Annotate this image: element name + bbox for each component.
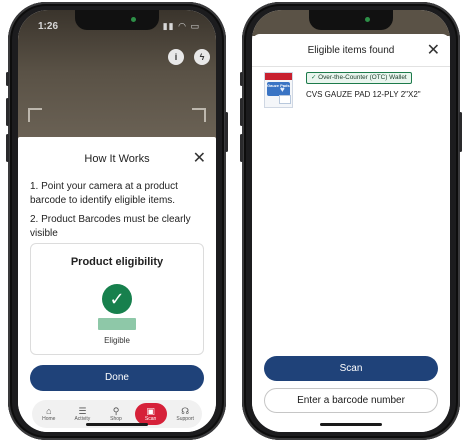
scan-button[interactable]: Scan <box>264 356 438 381</box>
checkmark-icon: ✓ <box>102 284 132 314</box>
tab-support[interactable]: ☊ Support <box>170 406 200 422</box>
product-image: Gauze Pads ♥ <box>264 72 293 108</box>
tab-label: Shop <box>110 416 122 422</box>
tab-shop[interactable]: ⚲ Shop <box>101 406 131 422</box>
camera-indicator <box>131 17 136 22</box>
scan-icon: ▣ <box>146 406 155 416</box>
power-button <box>459 112 462 152</box>
close-icon[interactable]: ✕ <box>427 43 440 59</box>
status-time: 1:26 <box>38 21 59 32</box>
info-icon[interactable]: i <box>168 49 184 65</box>
tab-label: Scan <box>144 416 157 422</box>
mute-switch <box>240 72 243 86</box>
product-name[interactable]: CVS GAUZE PAD 12-PLY 2"X2" <box>306 90 421 99</box>
notch <box>309 10 393 30</box>
phone-right: Eligible items found ✕ Gauze Pads ♥ ✓ Ov… <box>240 2 462 440</box>
tab-label: Activity <box>74 416 91 422</box>
shop-icon: ⚲ <box>112 406 120 416</box>
brand-stripe <box>265 73 292 80</box>
wifi-icon: ◠ <box>178 21 187 31</box>
enter-barcode-button[interactable]: Enter a barcode number <box>264 388 438 413</box>
instruction-1: 1. Point your camera at a product barcod… <box>30 181 178 206</box>
heart-icon: ♥ <box>280 85 285 94</box>
home-indicator[interactable] <box>320 423 382 426</box>
volume-up-button <box>6 98 9 126</box>
header-divider <box>252 66 450 67</box>
tab-home[interactable]: ⌂ Home <box>34 406 64 422</box>
product-eligibility-card: Product eligibility ✓ Eligible <box>30 243 204 355</box>
eligible-label: Eligible <box>104 336 130 345</box>
status-icons: ▮▮ ◠ ▭ <box>163 21 200 32</box>
battery-icon: ▭ <box>190 21 200 31</box>
volume-down-button <box>240 134 243 162</box>
instruction-2: 2. Product Barcodes must be clearly visi… <box>30 214 191 239</box>
volume-up-button <box>240 98 243 126</box>
tab-label: Support <box>176 416 194 422</box>
flash-off-icon[interactable]: ϟ <box>194 49 210 65</box>
home-indicator[interactable] <box>86 423 148 426</box>
tab-label: Home <box>42 416 56 422</box>
power-button <box>225 112 228 152</box>
camera-indicator <box>365 17 370 22</box>
phone-left: 1:26 ▮▮ ◠ ▭ i ϟ How It Works ✕ 1. Point … <box>6 2 228 440</box>
tab-scan[interactable]: ▣ Scan <box>134 403 167 425</box>
results-title: Eligible items found <box>307 45 395 56</box>
home-icon: ⌂ <box>46 406 52 416</box>
notch <box>75 10 159 30</box>
eligibility-title: Product eligibility <box>70 256 164 268</box>
screen-right: Eligible items found ✕ Gauze Pads ♥ ✓ Ov… <box>252 10 450 432</box>
scan-frame-corner <box>192 108 206 122</box>
done-button[interactable]: Done <box>30 365 204 391</box>
eligible-indicator-bar <box>98 318 136 330</box>
sheet-title: How It Works <box>84 153 150 165</box>
support-icon: ☊ <box>181 406 190 416</box>
volume-down-button <box>6 134 9 162</box>
check-icon: ✓ <box>311 74 317 81</box>
close-icon[interactable]: ✕ <box>193 151 206 167</box>
badge-label: Over-the-Counter (OTC) Wallet <box>318 74 407 81</box>
screen-left: 1:26 ▮▮ ◠ ▭ i ϟ How It Works ✕ 1. Point … <box>18 10 216 432</box>
activity-icon: ☰ <box>78 406 87 416</box>
signal-icon: ▮▮ <box>162 21 175 31</box>
mute-switch <box>6 72 9 86</box>
otc-wallet-badge: ✓ Over-the-Counter (OTC) Wallet <box>306 72 412 84</box>
scan-frame-corner <box>28 108 42 122</box>
tab-activity[interactable]: ☰ Activity <box>67 406 97 422</box>
gauze-pad-image <box>279 95 291 104</box>
